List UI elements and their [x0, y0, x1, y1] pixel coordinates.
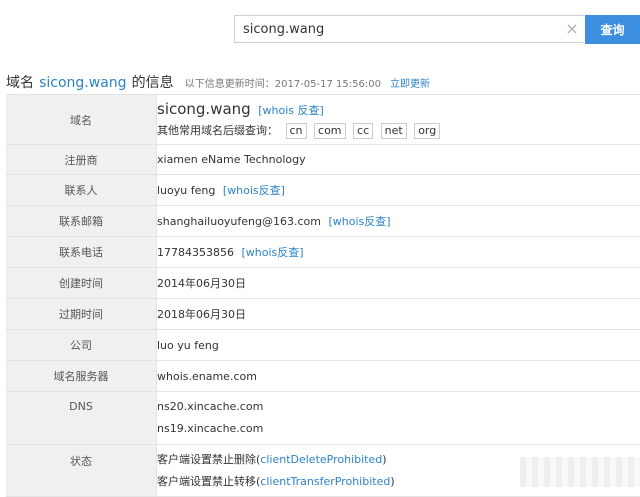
title-suffix: 的信息: [132, 75, 174, 91]
suffix-org[interactable]: org: [414, 123, 440, 139]
title-prefix: 域名: [6, 75, 34, 91]
close-icon[interactable]: ×: [563, 19, 581, 39]
suffix-prompt: 其他常用域名后缀查询：: [157, 124, 278, 137]
row-label-status: 状态: [6, 445, 157, 497]
row-value-nameserver: whois.ename.com: [157, 361, 640, 392]
status-code-1[interactable]: clientDeleteProhibited: [260, 453, 382, 466]
row-label-created: 创建时间: [6, 268, 157, 299]
row-label-expires: 过期时间: [6, 299, 157, 330]
table-row: 联系电话 17784353856 [whois反查]: [6, 237, 640, 268]
watermark: [520, 457, 640, 487]
whois-table: 域名 sicong.wang [whois 反查] 其他常用域名后缀查询： cn…: [6, 94, 640, 497]
page-title: 域名 sicong.wang 的信息 以下信息更新时间：2017-05-17 1…: [6, 72, 430, 92]
row-value-expires: 2018年06月30日: [157, 299, 640, 330]
row-label-registrar: 注册商: [6, 145, 157, 175]
table-row: DNS ns20.xincache.com ns19.xincache.com: [6, 392, 640, 445]
table-row: 域名 sicong.wang [whois 反查] 其他常用域名后缀查询： cn…: [6, 95, 640, 145]
row-label-email: 联系邮箱: [6, 206, 157, 237]
table-row: 注册商 xiamen eName Technology: [6, 145, 640, 175]
update-now-link[interactable]: 立即更新: [390, 79, 430, 90]
suffix-net[interactable]: net: [381, 123, 407, 139]
table-row: 域名服务器 whois.ename.com: [6, 361, 640, 392]
suffix-cc[interactable]: cc: [353, 123, 373, 139]
status-close-1: ): [382, 453, 386, 466]
search-bar: × 查询: [0, 0, 640, 62]
table-row: 联系邮箱 shanghailuoyufeng@163.com [whois反查]: [6, 206, 640, 237]
row-label-contact: 联系人: [6, 175, 157, 206]
search-input[interactable]: [234, 15, 584, 43]
row-value-contact: luoyu feng [whois反查]: [157, 175, 640, 206]
row-value-phone: 17784353856 [whois反查]: [157, 237, 640, 268]
suffix-query: 其他常用域名后缀查询： cn com cc net org: [157, 122, 640, 139]
row-value-domain: sicong.wang [whois 反查] 其他常用域名后缀查询： cn co…: [157, 95, 640, 145]
email-value: shanghailuoyufeng@163.com: [157, 215, 321, 228]
row-value-company: luo yu feng: [157, 330, 640, 361]
status-code-2[interactable]: clientTransferProhibited: [260, 475, 390, 488]
row-label-phone: 联系电话: [6, 237, 157, 268]
suffix-cn[interactable]: cn: [286, 123, 307, 139]
table-row: 创建时间 2014年06月30日: [6, 268, 640, 299]
whois-reverse-link[interactable]: [whois 反查]: [258, 104, 324, 117]
dns-server-1: ns20.xincache.com: [157, 396, 640, 418]
status-close-2: ): [390, 475, 394, 488]
dns-server-2: ns19.xincache.com: [157, 418, 640, 440]
table-row: 联系人 luoyu feng [whois反查]: [6, 175, 640, 206]
status-text-2: 客户端设置禁止转移(: [157, 475, 260, 488]
title-domain: sicong.wang: [39, 75, 126, 91]
table-row: 过期时间 2018年06月30日: [6, 299, 640, 330]
status-text-1: 客户端设置禁止删除(: [157, 453, 260, 466]
row-label-domain: 域名: [6, 95, 157, 145]
update-time-note: 以下信息更新时间：2017-05-17 15:56:00: [185, 79, 381, 90]
contact-value: luoyu feng: [157, 184, 215, 197]
suffix-com[interactable]: com: [314, 123, 346, 139]
row-value-dns: ns20.xincache.com ns19.xincache.com: [157, 392, 640, 445]
phone-whois-link[interactable]: [whois反查]: [241, 246, 303, 259]
row-label-nameserver: 域名服务器: [6, 361, 157, 392]
phone-value: 17784353856: [157, 246, 234, 259]
email-whois-link[interactable]: [whois反查]: [329, 215, 391, 228]
table-row: 公司 luo yu feng: [6, 330, 640, 361]
row-value-email: shanghailuoyufeng@163.com [whois反查]: [157, 206, 640, 237]
search-button[interactable]: 查询: [585, 15, 640, 44]
row-value-registrar: xiamen eName Technology: [157, 145, 640, 175]
row-label-dns: DNS: [6, 392, 157, 445]
contact-whois-link[interactable]: [whois反查]: [223, 184, 285, 197]
domain-value: sicong.wang: [157, 100, 251, 118]
row-value-created: 2014年06月30日: [157, 268, 640, 299]
row-label-company: 公司: [6, 330, 157, 361]
